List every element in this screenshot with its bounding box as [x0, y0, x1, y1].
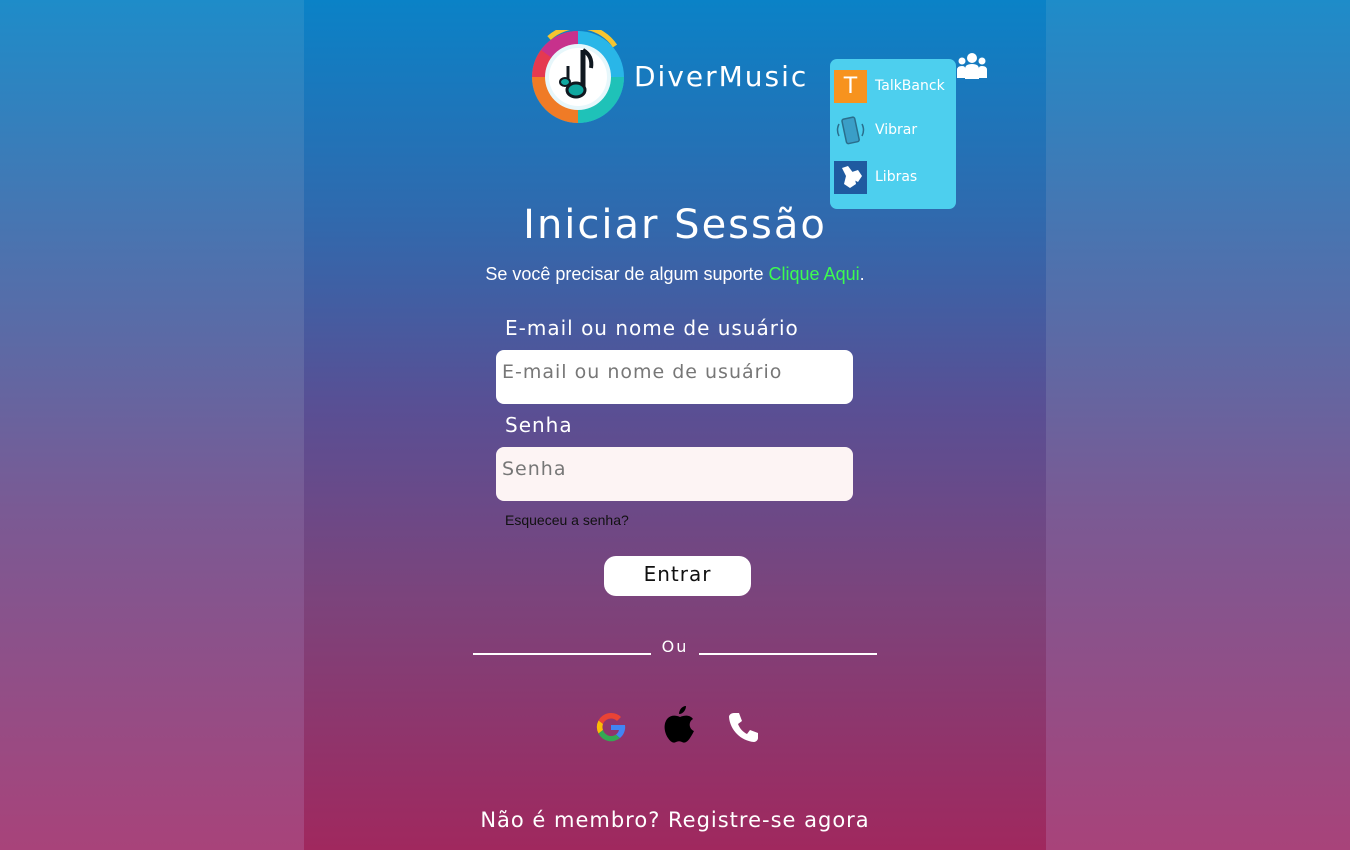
or-label: Ou	[661, 637, 689, 656]
vibrate-icon	[834, 114, 867, 147]
a11y-item-libras[interactable]: Libras	[834, 160, 917, 194]
accessibility-menu: T TalkBanck Vibrar Libras	[830, 59, 956, 209]
a11y-item-label: TalkBanck	[875, 78, 945, 94]
divider-right	[699, 653, 877, 655]
a11y-item-vibrate[interactable]: Vibrar	[834, 113, 917, 147]
talkback-icon: T	[834, 69, 867, 103]
google-icon[interactable]	[593, 709, 629, 745]
people-icon[interactable]	[956, 51, 988, 81]
password-label: Senha	[505, 413, 573, 437]
phone-icon[interactable]	[728, 711, 760, 743]
register-link[interactable]: Não é membro? Registre-se agora	[0, 808, 1350, 832]
enter-button[interactable]: Entrar	[604, 556, 751, 596]
sign-language-icon	[834, 160, 867, 194]
brand-name: DiverMusic	[634, 60, 809, 93]
divermusic-logo-icon	[532, 30, 624, 123]
email-label: E-mail ou nome de usuário	[505, 316, 799, 340]
a11y-item-label: Libras	[875, 169, 918, 185]
a11y-item-label: Vibrar	[875, 122, 918, 138]
support-text: Se você precisar de algum suporte Clique…	[485, 264, 865, 284]
page-title: Iniciar Sessão	[523, 202, 827, 248]
support-link[interactable]: Clique Aqui	[769, 264, 860, 284]
a11y-item-talkback[interactable]: T TalkBanck	[834, 69, 945, 103]
forgot-password-link[interactable]: Esqueceu a senha?	[505, 512, 629, 528]
email-field[interactable]	[496, 350, 853, 404]
apple-icon[interactable]	[662, 704, 698, 744]
password-field[interactable]	[496, 447, 853, 501]
